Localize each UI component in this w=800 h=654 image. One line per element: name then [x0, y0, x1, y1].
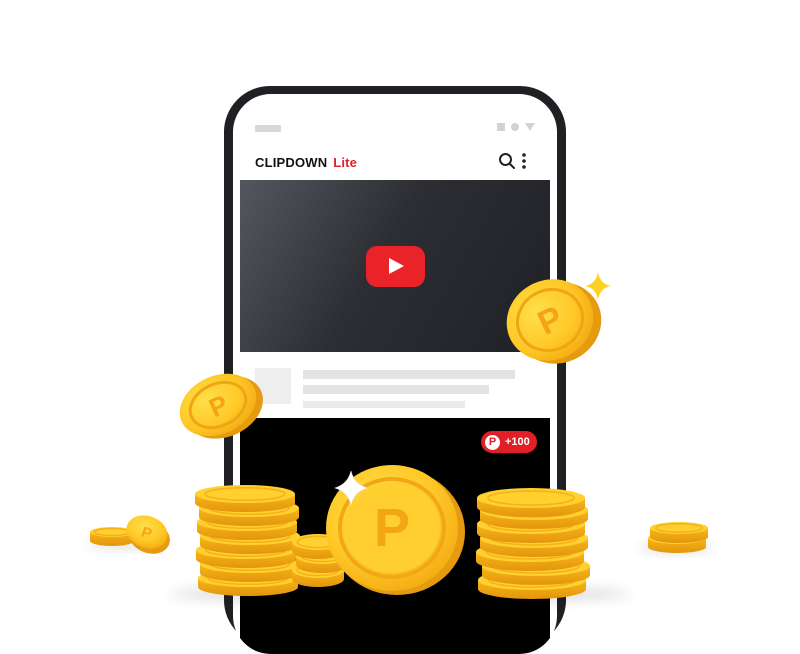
coin-stack-far-right: [650, 522, 708, 543]
coin-stack-right: [477, 488, 585, 517]
flying-coin-left: P: [179, 373, 263, 439]
coin-letter: P: [374, 498, 410, 558]
promo-illustration: CLIPDOWN Lite P +100 P P P P: [0, 0, 800, 654]
coin-stack-left: [195, 485, 295, 512]
small-coin-left: P: [126, 515, 170, 554]
coins-illustration: P P P P: [88, 272, 714, 604]
